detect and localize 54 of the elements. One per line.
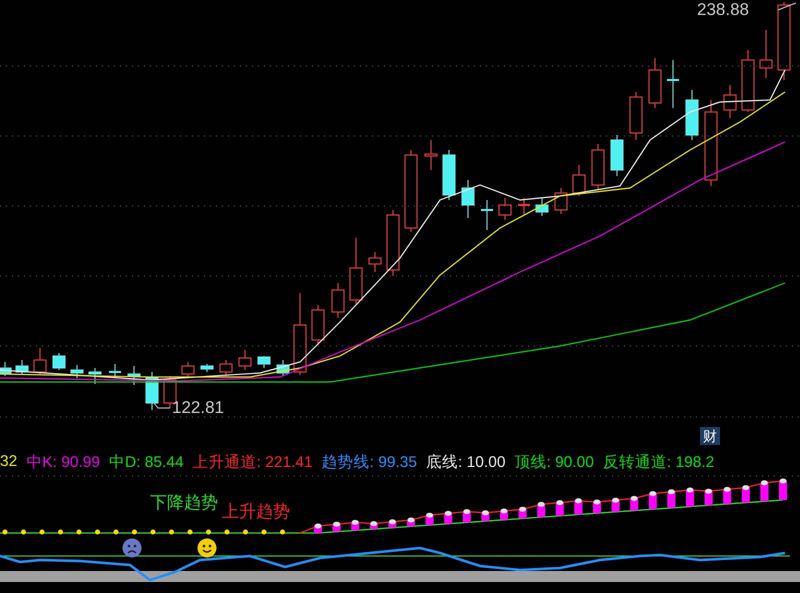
candlestick xyxy=(238,350,252,370)
candlestick xyxy=(536,198,548,216)
indicator-value: 趋势线: 99.35 xyxy=(322,452,418,472)
candlestick xyxy=(572,164,586,196)
smiley-face-icon xyxy=(197,538,217,558)
candlestick xyxy=(16,360,28,376)
candlestick xyxy=(648,58,662,108)
candlestick xyxy=(686,90,698,140)
candlestick xyxy=(88,368,102,384)
candlestick xyxy=(276,360,290,376)
leader-line xyxy=(778,2,796,10)
candlestick xyxy=(350,238,362,304)
downtrend-label: 下降趋势 xyxy=(150,493,218,512)
sad-face-icon xyxy=(122,538,142,558)
candlestick xyxy=(368,252,382,272)
candlestick xyxy=(442,150,456,200)
candlestick xyxy=(0,362,12,376)
candlestick xyxy=(109,364,121,378)
candlestick xyxy=(34,348,46,376)
finance-badge[interactable]: 财 xyxy=(700,427,720,445)
indicator-value: 中D: 85.44 xyxy=(109,452,184,472)
candlestick xyxy=(481,200,493,230)
candlestick xyxy=(610,134,624,176)
candlestick xyxy=(220,360,232,376)
candlestick xyxy=(462,180,474,218)
candlestick xyxy=(760,30,772,78)
candlestick xyxy=(52,352,66,370)
indicator-value: 底线: 10.00 xyxy=(426,452,506,472)
candlestick xyxy=(592,144,604,190)
candlestick xyxy=(312,304,324,346)
candlestick xyxy=(182,362,194,378)
candlestick xyxy=(667,60,679,108)
candlestick xyxy=(518,198,530,216)
candlestick xyxy=(258,356,270,368)
candlestick xyxy=(630,92,642,140)
candlestick xyxy=(742,50,754,112)
uptrend-label: 上升趋势 xyxy=(222,502,290,521)
candlestick xyxy=(332,282,344,318)
candlestick xyxy=(146,372,158,410)
candlestick xyxy=(128,366,140,386)
leader-line xyxy=(154,402,170,408)
candlestick xyxy=(386,210,400,276)
indicator-value: 中K: 90.99 xyxy=(26,452,100,472)
indicator-value: 顶线: 90.00 xyxy=(514,452,594,472)
candlestick xyxy=(70,364,84,378)
candlestick xyxy=(424,140,438,170)
candlestick xyxy=(498,198,512,220)
indicator-value: 反转通道: 198.2 xyxy=(602,452,714,472)
price-label: 122.81 xyxy=(172,399,224,417)
price-label: 238.88 xyxy=(697,1,749,19)
indicator-value: 32 xyxy=(0,453,18,471)
candlestick xyxy=(724,84,736,118)
indicator-value: 上升通道: 221.41 xyxy=(192,452,313,472)
candlestick xyxy=(554,188,568,214)
